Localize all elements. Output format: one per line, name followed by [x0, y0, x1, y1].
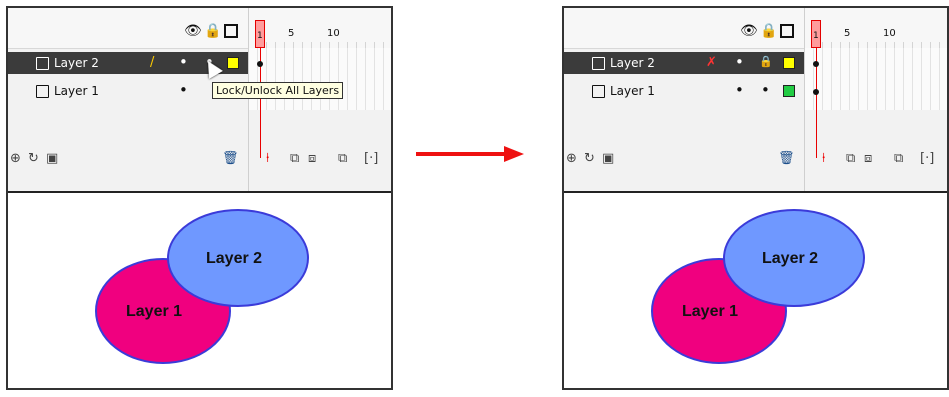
- center-frame-icon[interactable]: ⍿: [266, 151, 269, 166]
- layer-name: Layer 1: [54, 84, 99, 98]
- layer-name: Layer 1: [610, 84, 655, 98]
- onion-markers-icon[interactable]: [·]: [364, 151, 378, 166]
- frame-grid[interactable]: [249, 48, 391, 110]
- stage-canvas[interactable]: Layer 1 Layer 2: [564, 193, 947, 388]
- onion-skin-icon[interactable]: ⧉: [290, 151, 299, 166]
- before-panel: 👁 🔒 5 10 Layer 2 / • • Layer 1 • 1 Lock/: [6, 6, 393, 390]
- frame-grid[interactable]: [805, 48, 947, 110]
- layer-color-swatch[interactable]: [783, 57, 795, 69]
- visibility-dot[interactable]: •: [735, 81, 744, 99]
- layer-2-label: Layer 2: [206, 250, 262, 267]
- onion-outline-icon[interactable]: ⧈: [864, 151, 872, 166]
- layer-icon: [592, 57, 605, 70]
- playhead[interactable]: 1: [255, 20, 265, 48]
- layer-color-swatch[interactable]: [783, 85, 795, 97]
- frame-number: 1: [257, 31, 263, 41]
- visibility-dot[interactable]: •: [179, 53, 188, 71]
- new-layer-icon[interactable]: ⊕: [10, 151, 21, 166]
- lock-icon[interactable]: 🔒: [760, 24, 777, 38]
- edit-multiple-icon[interactable]: ⧉: [338, 151, 347, 166]
- playhead[interactable]: 1: [811, 20, 821, 48]
- keyframe[interactable]: [257, 61, 263, 67]
- crossed-pencil-icon: ✗: [706, 55, 717, 70]
- frame-number: 10: [883, 28, 896, 39]
- folder-icon[interactable]: ▣: [46, 151, 58, 166]
- edit-multiple-icon[interactable]: ⧉: [894, 151, 903, 166]
- tooltip: Lock/Unlock All Layers: [212, 82, 344, 99]
- onion-outline-icon[interactable]: ⧈: [308, 151, 316, 166]
- frame-number: 5: [288, 28, 295, 39]
- new-layer-icon[interactable]: ⊕: [566, 151, 577, 166]
- layer-row-layer-1[interactable]: Layer 1 • •: [564, 80, 804, 102]
- after-panel: 👁 🔒 5 10 Layer 2 ✗ • 🔒 Layer 1 • • 1 ⊕ ↻…: [562, 6, 949, 390]
- stage-canvas[interactable]: Layer 1 Layer 2: [8, 193, 391, 388]
- timeline-panel: 👁 🔒 5 10 Layer 2 / • • Layer 1 • 1 Lock/: [8, 8, 391, 193]
- timeline-toolbar: ⊕ ↻ ▣ 🗑 ⍿ ⧉ ⧈ ⧉ [·]: [564, 148, 947, 170]
- trash-icon[interactable]: 🗑: [778, 151, 795, 166]
- motion-guide-icon[interactable]: ↻: [584, 151, 595, 166]
- visibility-dot[interactable]: •: [735, 53, 744, 71]
- layer-row-layer-2[interactable]: Layer 2 ✗ • 🔒: [564, 52, 804, 74]
- layer-name: Layer 2: [610, 56, 655, 70]
- lock-icon[interactable]: 🔒: [759, 55, 773, 68]
- timeline-toolbar: ⊕ ↻ ▣ 🗑 ⍿ ⧉ ⧈ ⧉ [·]: [8, 148, 391, 170]
- outline-icon[interactable]: [224, 24, 238, 38]
- keyframe[interactable]: [813, 61, 819, 67]
- frame-number: 5: [844, 28, 851, 39]
- layer-2-label: Layer 2: [762, 250, 818, 267]
- outline-icon[interactable]: [780, 24, 794, 38]
- center-frame-icon[interactable]: ⍿: [822, 151, 825, 166]
- trash-icon[interactable]: 🗑: [222, 151, 239, 166]
- stage-artwork: Layer 1 Layer 2: [95, 209, 309, 364]
- onion-markers-icon[interactable]: [·]: [920, 151, 934, 166]
- layer-color-swatch[interactable]: [227, 57, 239, 69]
- visibility-dot[interactable]: •: [179, 81, 188, 99]
- lock-dot[interactable]: •: [761, 81, 770, 99]
- layer-name: Layer 2: [54, 56, 99, 70]
- keyframe[interactable]: [813, 89, 819, 95]
- frame-number: 1: [813, 31, 819, 41]
- transition-arrow: [416, 146, 524, 162]
- frame-number: 10: [327, 28, 340, 39]
- stage-artwork: Layer 1 Layer 2: [651, 209, 865, 364]
- folder-icon[interactable]: ▣: [602, 151, 614, 166]
- layer-icon: [592, 85, 605, 98]
- lock-icon[interactable]: 🔒: [204, 24, 221, 38]
- frame-ruler: 5 10: [249, 8, 391, 48]
- timeline-panel: 👁 🔒 5 10 Layer 2 ✗ • 🔒 Layer 1 • • 1 ⊕ ↻…: [564, 8, 947, 193]
- layer-1-label: Layer 1: [126, 303, 182, 320]
- layer-1-label: Layer 1: [682, 303, 738, 320]
- eye-icon[interactable]: 👁: [184, 24, 202, 38]
- layer-icon: [36, 57, 49, 70]
- motion-guide-icon[interactable]: ↻: [28, 151, 39, 166]
- layer-icon: [36, 85, 49, 98]
- frame-ruler: 5 10: [805, 8, 947, 48]
- eye-icon[interactable]: 👁: [740, 24, 758, 38]
- pencil-icon: /: [150, 55, 155, 70]
- onion-skin-icon[interactable]: ⧉: [846, 151, 855, 166]
